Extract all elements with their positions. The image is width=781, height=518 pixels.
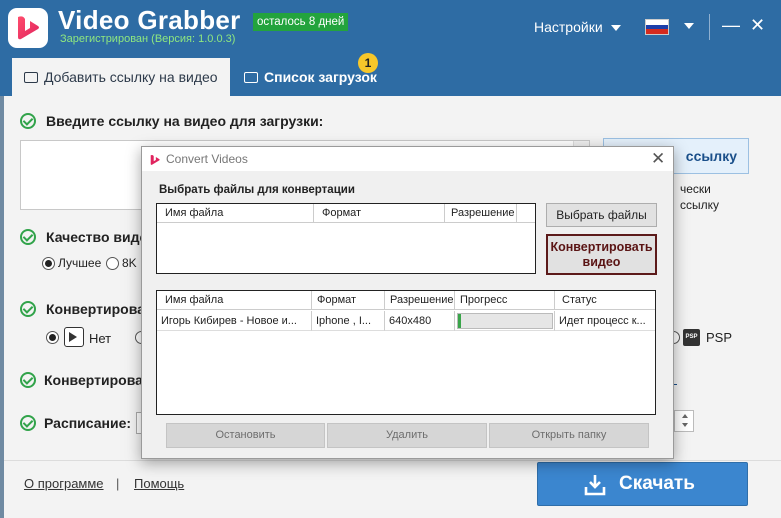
column-header-resolution[interactable]: Разрешение (445, 204, 517, 223)
close-icon[interactable]: ✕ (750, 15, 765, 35)
table-row[interactable]: Игорь Кибирев - Новое и... Iphone , I...… (157, 311, 655, 331)
convert-none-radio[interactable] (46, 331, 59, 344)
progress-bar-fill (458, 314, 461, 328)
app-title: Video Grabber (58, 5, 241, 35)
check-icon (20, 113, 36, 129)
auto-paste-label-2: ссылку (680, 198, 720, 212)
window-edge (0, 96, 4, 518)
open-folder-button[interactable]: Открыть папку (489, 423, 649, 448)
schedule-label: Расписание: (44, 415, 132, 431)
convert-label: Конвертироват (46, 301, 152, 317)
files-table[interactable]: Имя файла Формат Разрешение (156, 203, 536, 274)
title-divider (709, 14, 710, 40)
download-button[interactable]: Скачать (537, 462, 748, 506)
minimize-button[interactable]: — (722, 15, 740, 35)
russian-flag-icon[interactable] (645, 19, 669, 35)
row-filename: Игорь Кибирев - Новое и... (157, 311, 312, 331)
settings-menu[interactable]: Настройки (534, 19, 621, 35)
select-files-button[interactable]: Выбрать файлы (546, 203, 657, 227)
progress-bar (457, 313, 553, 329)
tab-download-list-label: Список загрузок (264, 69, 377, 85)
column-header-status[interactable]: Статус (555, 291, 655, 310)
check-icon (20, 415, 36, 431)
chevron-down-icon (610, 25, 621, 32)
quality-label: Качество виде (46, 229, 148, 245)
check-icon (20, 229, 36, 245)
trial-days-badge: осталось 8 дней (253, 13, 349, 31)
language-chevron-icon[interactable] (684, 23, 694, 29)
column-header-format[interactable]: Формат (314, 204, 445, 223)
column-header-filename[interactable]: Имя файла (157, 204, 314, 223)
dialog-title: Convert Videos (166, 152, 248, 166)
convert2-label: Конвертироват (44, 372, 150, 388)
app-logo-icon (8, 8, 48, 48)
tab-add-link[interactable]: Добавить ссылку на видео (12, 58, 230, 96)
convert-none-label: Нет (89, 331, 112, 346)
tab-add-link-label: Добавить ссылку на видео (44, 69, 218, 85)
title-bar: Video Grabber осталось 8 дней Зарегистри… (0, 0, 781, 96)
files-table-header: Имя файла Формат Разрешение (157, 204, 535, 223)
row-resolution: 640x480 (385, 311, 455, 331)
download-icon (584, 475, 606, 496)
column-header-format[interactable]: Формат (312, 291, 385, 310)
psp-label: PSP (706, 330, 733, 345)
app-logo-icon (150, 155, 160, 165)
convert-video-button[interactable]: Конвертировать видео (546, 234, 657, 275)
registration-status: Зарегистрирован (Версия: 1.0.0.3) (60, 33, 236, 45)
quality-best-label: Лучшее (58, 256, 102, 270)
quality-best-radio[interactable] (42, 257, 55, 270)
progress-table[interactable]: Имя файла Формат Разрешение Прогресс Ста… (156, 290, 656, 415)
quality-8k-label: 8K (122, 256, 137, 270)
psp-icon: PSP (683, 329, 700, 346)
film-icon (64, 327, 84, 347)
download-button-label: Скачать (619, 473, 695, 494)
row-format: Iphone , I... (312, 311, 385, 331)
column-header-filename[interactable]: Имя файла (157, 291, 312, 310)
dialog-title-bar: Convert Videos ✕ (142, 147, 673, 171)
footer-divider (0, 460, 781, 461)
spinner-up-icon[interactable] (682, 414, 688, 418)
column-header-progress[interactable]: Прогресс (455, 291, 555, 310)
row-status: Идет процесс к... (555, 311, 655, 331)
stop-button[interactable]: Остановить (166, 423, 325, 448)
help-link[interactable]: Помощь (134, 476, 184, 491)
delete-button[interactable]: Удалить (327, 423, 487, 448)
progress-table-header: Имя файла Формат Разрешение Прогресс Ста… (157, 291, 655, 310)
video-add-icon (24, 72, 38, 83)
convert-videos-dialog: Convert Videos ✕ Выбрать файлы для конве… (141, 146, 674, 459)
settings-label: Настройки (534, 19, 603, 35)
dialog-heading: Выбрать файлы для конвертации (159, 184, 355, 196)
schedule-time-spinner[interactable] (674, 410, 694, 432)
about-link[interactable]: О программе (24, 476, 104, 491)
url-section-label: Введите ссылку на видео для загрузки: (46, 113, 324, 129)
auto-paste-label-1: чески (680, 182, 711, 196)
dialog-close-icon[interactable]: ✕ (651, 149, 665, 169)
column-header-resolution[interactable]: Разрешение (385, 291, 455, 310)
spinner-down-icon[interactable] (682, 423, 688, 427)
download-list-icon (244, 72, 258, 83)
check-icon (20, 301, 36, 317)
check-icon (20, 372, 36, 388)
download-count-badge: 1 (358, 53, 378, 73)
row-progress-cell (455, 311, 555, 331)
footer-separator: | (116, 476, 120, 491)
quality-8k-radio[interactable] (106, 257, 119, 270)
